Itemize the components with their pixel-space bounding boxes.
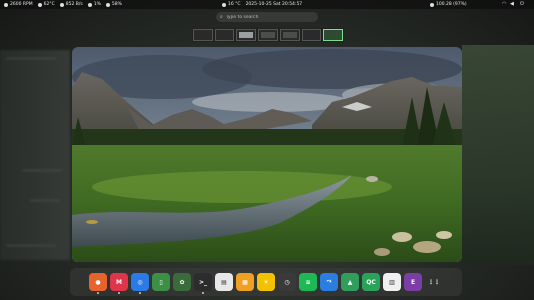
workspace-thumbnail-2[interactable] — [214, 29, 235, 41]
running-indicator — [118, 292, 120, 294]
app-glyph: ● — [95, 278, 101, 286]
status-text: 62°C — [43, 2, 55, 7]
app-glyph: M — [116, 278, 122, 286]
weather-icon — [222, 2, 226, 7]
workspace-thumbnail-5[interactable] — [279, 29, 300, 41]
image-viewer-window[interactable] — [72, 47, 462, 262]
app-glyph: ⋮⋮ — [428, 278, 440, 286]
fan-icon — [4, 2, 8, 7]
top-panel: 2600 RPM 62°C 852 B/s 1% 58% 16 °C 2025-10-25… — [0, 0, 534, 9]
status-text: 100.28 (97%) — [436, 2, 467, 7]
background-window-right[interactable] — [462, 45, 534, 265]
app-glyph: ▦ — [242, 278, 248, 286]
workspace-thumbnail-3[interactable] — [236, 29, 257, 41]
desktop: 2600 RPM 62°C 852 B/s 1% 58% 16 °C 2025-10-25… — [0, 0, 534, 300]
workspace-thumbnail-4[interactable] — [258, 29, 278, 41]
status-text: 1% — [93, 2, 101, 7]
cpu-icon — [87, 2, 92, 7]
workspace-thumbnail-6[interactable] — [301, 29, 322, 41]
running-indicator — [202, 292, 204, 294]
left-status-item[interactable]: 852 B/s — [59, 2, 83, 7]
photos-icon[interactable]: ▦ — [236, 273, 254, 291]
app-glyph: ◷ — [284, 278, 290, 286]
maps-icon[interactable]: ▤ — [215, 273, 233, 291]
wifi-icon[interactable]: ◠ — [502, 1, 506, 7]
libreoffice-icon[interactable]: ▥ — [383, 273, 401, 291]
app-glyph: QC — [366, 278, 376, 286]
clock-area[interactable]: 16 °C 2025-10-25 Sat 20:54:57 — [222, 2, 307, 7]
status-text: 2600 RPM — [10, 2, 33, 7]
left-status-item[interactable]: 62°C — [37, 2, 55, 7]
workspace-switcher — [192, 28, 344, 42]
app-glyph: ▥ — [389, 278, 395, 286]
app-grid-icon[interactable]: ⋮⋮ — [425, 273, 443, 291]
qtcreator-icon[interactable]: QC — [362, 273, 380, 291]
status-area[interactable]: 100.28 (97%) — [430, 2, 472, 7]
app-glyph: >_ — [198, 278, 208, 286]
left-status-item[interactable]: 58% — [105, 2, 122, 7]
volume-icon[interactable]: ◀ — [510, 1, 514, 7]
search-icon: ⌕ — [220, 14, 223, 20]
battery-icon — [430, 2, 434, 7]
app-glyph: ▤ — [221, 278, 227, 286]
clock-icon[interactable]: ◷ — [278, 273, 296, 291]
inkscape-icon[interactable]: ▲ — [341, 273, 359, 291]
terminal-icon[interactable]: >_ — [194, 273, 212, 294]
dock: ● M ◎ ▯ ✿ >_ ▤ ▦ ☀ ◷ ≋ ⤳ ▲ QC ▥ E ⋮⋮ — [70, 268, 462, 296]
center-status-item[interactable]: 2025-10-25 Sat 20:54:57 — [246, 2, 303, 7]
mastodon-icon[interactable]: M — [110, 273, 128, 294]
running-indicator — [97, 292, 99, 294]
search-input[interactable] — [225, 14, 314, 20]
status-text: 16 °C — [228, 2, 241, 7]
status-text: 852 B/s — [65, 2, 83, 7]
center-status-item[interactable]: 16 °C — [222, 2, 241, 7]
disk-icon — [105, 2, 110, 7]
app-glyph: ▯ — [159, 278, 163, 286]
emacs-icon[interactable]: E — [404, 273, 422, 291]
right-status-item[interactable]: 100.28 (97%) — [430, 2, 467, 7]
app-glyph: ☀ — [263, 278, 269, 286]
phone-icon[interactable]: ▯ — [152, 273, 170, 291]
left-status-item[interactable]: 2600 RPM — [4, 2, 33, 7]
plant-icon[interactable]: ✿ — [173, 273, 191, 291]
share-icon[interactable]: ⤳ — [320, 273, 338, 291]
app-glyph: ⤳ — [326, 278, 332, 285]
app-glyph: ≋ — [305, 278, 311, 286]
weather-icon[interactable]: ☀ — [257, 273, 275, 291]
memory-icon — [59, 2, 64, 7]
app-glyph: ◎ — [137, 278, 143, 286]
system-monitor[interactable]: 2600 RPM 62°C 852 B/s 1% 58% — [4, 2, 127, 7]
running-indicator — [139, 292, 141, 294]
status-text: 58% — [111, 2, 122, 7]
browser-icon[interactable]: ◎ — [131, 273, 149, 294]
spotify-icon[interactable]: ≋ — [299, 273, 317, 291]
workspace-thumbnail-1[interactable] — [193, 29, 213, 41]
landscape-photo — [72, 47, 462, 262]
app-glyph: E — [410, 278, 416, 286]
power-icon[interactable]: ⏻ — [520, 1, 524, 7]
search-bar[interactable]: ⌕ — [216, 12, 318, 22]
status-text: 2025-10-25 Sat 20:54:57 — [245, 2, 303, 7]
background-window-left[interactable] — [0, 50, 70, 260]
workspace-thumbnail-7[interactable] — [323, 29, 344, 41]
firefox-icon[interactable]: ● — [89, 273, 107, 294]
left-status-item[interactable]: 1% — [87, 2, 101, 7]
app-glyph: ▲ — [347, 278, 353, 286]
app-glyph: ✿ — [179, 278, 185, 286]
thermometer-icon — [37, 2, 42, 7]
